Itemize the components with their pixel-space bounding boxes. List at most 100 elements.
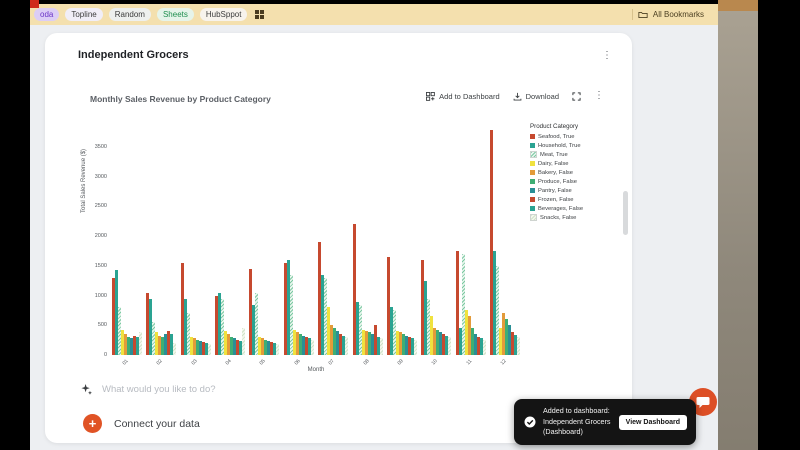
x-tick-12: 12: [499, 358, 507, 366]
bar: [345, 337, 348, 355]
legend-swatch: [530, 206, 535, 211]
bar-group-month-09: 09: [387, 127, 417, 355]
bar-plot: 010203040506070809101112: [112, 127, 520, 355]
bar-group-month-10: 10: [421, 127, 451, 355]
x-tick-04: 04: [225, 358, 233, 366]
bookmark-list: oda Topline Random Sheets HubSppot: [30, 8, 247, 21]
legend-swatch: [530, 214, 537, 221]
legend-swatch: [530, 143, 535, 148]
bar: [139, 332, 142, 355]
y-tick-3000: 3000: [95, 174, 107, 180]
bar: [173, 343, 176, 355]
chat-bubble-icon: [696, 396, 710, 409]
bar: [208, 344, 211, 355]
bookmark-sheets[interactable]: Sheets: [157, 8, 194, 21]
x-tick-06: 06: [293, 358, 301, 366]
legend-swatch: [530, 197, 535, 202]
chart-menu-icon[interactable]: ⋮: [594, 91, 604, 101]
bar-group-month-05: 05: [249, 127, 279, 355]
bar: [276, 344, 279, 355]
bar: [483, 340, 486, 355]
legend-label: Meat, True: [540, 152, 568, 158]
legend-label: Seafood, True: [538, 134, 574, 140]
x-tick-11: 11: [465, 358, 473, 366]
legend-swatch: [530, 188, 535, 193]
chart-title: Monthly Sales Revenue by Product Categor…: [90, 94, 271, 104]
bookmark-oda[interactable]: oda: [34, 8, 59, 21]
bar-group-month-06: 06: [284, 127, 314, 355]
chart-legend: Product Category Seafood, True Household,…: [530, 123, 583, 222]
legend-label: Bakery, False: [538, 170, 573, 176]
view-dashboard-button[interactable]: View Dashboard: [619, 415, 687, 430]
download-icon: [513, 92, 522, 101]
bar: [242, 328, 245, 355]
x-tick-10: 10: [431, 358, 439, 366]
scrollbar-thumb[interactable]: [623, 191, 628, 235]
all-bookmarks-button[interactable]: All Bookmarks: [653, 10, 704, 19]
expand-button[interactable]: [572, 92, 581, 101]
bar: [448, 337, 451, 355]
x-axis-label: Month: [112, 367, 520, 373]
legend-item[interactable]: Beverages, False: [530, 204, 583, 213]
legend-label: Frozen, False: [538, 197, 573, 203]
bookmark-hubsppot[interactable]: HubSppot: [200, 8, 248, 21]
bar-group-month-03: 03: [181, 127, 211, 355]
bar-group-month-11: 11: [456, 127, 486, 355]
legend-item[interactable]: Frozen, False: [530, 195, 583, 204]
x-tick-02: 02: [156, 358, 164, 366]
legend-item[interactable]: Dairy, False: [530, 159, 583, 168]
folder-icon: [638, 10, 648, 19]
apps-grid-icon[interactable]: [255, 10, 264, 19]
legend-item[interactable]: Pantry, False: [530, 186, 583, 195]
desktop-background: [718, 0, 758, 450]
fullscreen-icon: [572, 92, 581, 101]
x-tick-03: 03: [190, 358, 198, 366]
y-tick-1500: 1500: [95, 263, 107, 269]
x-tick-09: 09: [396, 358, 404, 366]
bar: [380, 338, 383, 355]
legend-item[interactable]: Bakery, False: [530, 168, 583, 177]
bookmark-topline[interactable]: Topline: [65, 8, 102, 21]
legend-item[interactable]: Household, True: [530, 141, 583, 150]
legend-label: Produce, False: [538, 179, 577, 185]
y-tick-0: 0: [104, 352, 107, 358]
legend-label: Snacks, False: [540, 215, 576, 221]
bookmark-random[interactable]: Random: [109, 8, 151, 21]
connect-data-button[interactable]: + Connect your data: [83, 414, 200, 433]
card-menu-icon[interactable]: ⋮: [602, 51, 612, 61]
bar: [311, 340, 314, 355]
prompt-input[interactable]: What would you like to do?: [81, 384, 216, 395]
download-button[interactable]: Download: [513, 92, 559, 101]
bar: [414, 340, 417, 355]
legend-title: Product Category: [530, 123, 583, 130]
x-tick-07: 07: [328, 358, 336, 366]
legend-item[interactable]: Seafood, True: [530, 132, 583, 141]
bar-group-month-01: 01: [112, 127, 142, 355]
add-to-dashboard-button[interactable]: Add to Dashboard: [426, 92, 499, 101]
legend-item[interactable]: Meat, True: [530, 150, 583, 159]
y-tick-1000: 1000: [95, 293, 107, 299]
legend-item[interactable]: Produce, False: [530, 177, 583, 186]
screen: { "browser": { "bookmarks": [ {"label": …: [0, 0, 800, 450]
y-tick-3500: 3500: [95, 144, 107, 150]
bar-group-month-04: 04: [215, 127, 245, 355]
legend-item[interactable]: Snacks, False: [530, 213, 583, 222]
legend-label: Dairy, False: [538, 161, 569, 167]
recording-indicator: [30, 0, 39, 8]
prompt-placeholder: What would you like to do?: [102, 384, 216, 395]
bar: [517, 337, 520, 355]
bar-group-month-02: 02: [146, 127, 176, 355]
sparkle-icon: [81, 384, 92, 395]
legend-label: Beverages, False: [538, 206, 583, 212]
x-tick-08: 08: [362, 358, 370, 366]
check-icon: [524, 416, 536, 428]
dashboard-icon: [426, 92, 435, 101]
bookmarks-divider: [632, 9, 633, 20]
legend-swatch: [530, 151, 537, 158]
bar-group-month-07: 07: [318, 127, 348, 355]
report-card: Independent Grocers ⋮ Monthly Sales Reve…: [45, 33, 632, 443]
toast-message: Added to dashboard: Independent Grocers …: [543, 406, 619, 438]
x-tick-05: 05: [259, 358, 267, 366]
legend-label: Household, True: [538, 143, 581, 149]
x-tick-01: 01: [122, 358, 130, 366]
